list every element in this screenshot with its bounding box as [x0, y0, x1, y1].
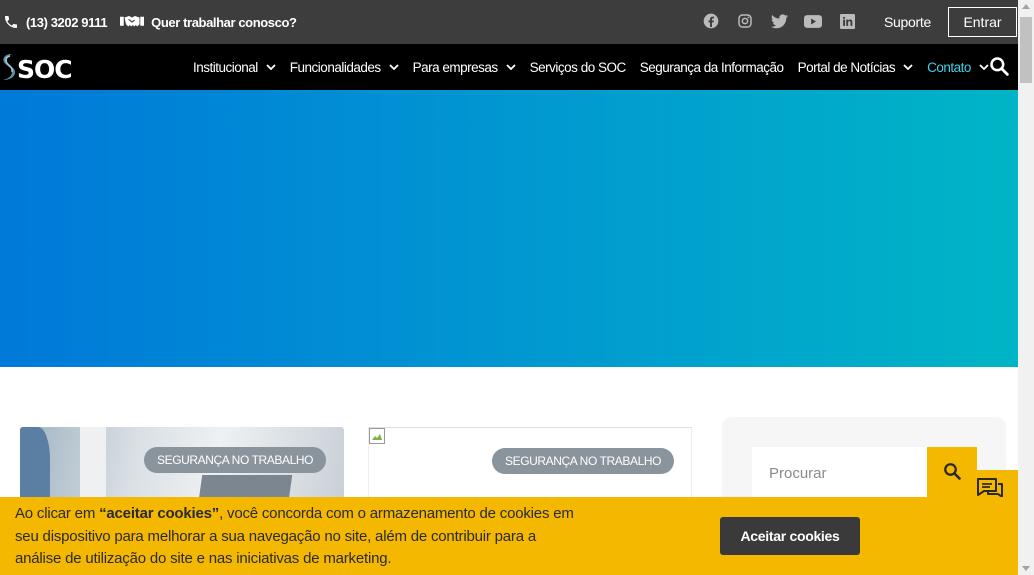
handshake-icon — [119, 13, 145, 31]
page-scrollbar[interactable] — [1018, 0, 1034, 575]
scroll-down-arrow-icon[interactable] — [1022, 566, 1030, 571]
category-badge[interactable]: SEGURANÇA NO TRABALHO — [492, 448, 675, 474]
phone-link[interactable]: (13) 3202 9111 — [2, 13, 108, 31]
nav-item-contato[interactable]: Contato — [927, 60, 989, 75]
work-with-us-link[interactable]: Quer trabalhar conosco? — [119, 13, 297, 31]
nav-item-funcionalidades[interactable]: Funcionalidades — [290, 60, 399, 75]
nav-item-label: Segurança da Informação — [639, 59, 784, 75]
work-with-us-label: Quer trabalhar conosco? — [151, 14, 297, 30]
cookie-message: Ao clicar em “aceitar cookies”, você con… — [15, 503, 575, 571]
scroll-up-arrow-icon[interactable] — [1022, 4, 1030, 9]
chevron-down-icon — [979, 64, 989, 70]
chevron-down-icon — [506, 64, 516, 70]
accept-cookies-button[interactable]: Aceitar cookies — [720, 517, 860, 555]
card-image-arm — [20, 427, 50, 507]
cookie-text-before: Ao clicar em — [15, 505, 100, 522]
category-badge[interactable]: SEGURANÇA NO TRABALHO — [144, 447, 327, 473]
nav-item-institucional[interactable]: Institucional — [193, 60, 276, 75]
instagram-icon[interactable] — [736, 12, 754, 30]
nav-item-portal-noticias[interactable]: Portal de Notícias — [798, 60, 914, 75]
nav-item-servicos[interactable]: Serviços do SOC — [529, 59, 627, 75]
cookie-text-bold: “aceitar cookies” — [99, 505, 220, 522]
nav-item-label: Institucional — [193, 59, 258, 75]
linkedin-icon[interactable] — [838, 12, 856, 30]
youtube-icon[interactable] — [804, 12, 822, 30]
hero-banner — [0, 90, 1018, 367]
article-card[interactable]: SEGURANÇA NO TRABALHO — [20, 427, 344, 507]
nav-item-label: Contato — [927, 59, 971, 75]
nav-menu: Institucional Funcionalidades Para empre… — [193, 44, 1003, 90]
nav-item-seguranca-informacao[interactable]: Segurança da Informação — [640, 60, 784, 75]
top-contact: (13) 3202 9111 Quer trabalhar conosco? — [2, 13, 309, 31]
support-link[interactable]: Suporte — [884, 14, 931, 30]
search-icon[interactable] — [989, 56, 1011, 78]
logo-text: SOC — [17, 55, 73, 84]
nav-item-label: Funcionalidades — [289, 59, 381, 75]
soc-logo[interactable]: SOC — [0, 53, 73, 86]
twitter-icon[interactable] — [770, 12, 788, 30]
scrollbar-thumb[interactable] — [1020, 17, 1032, 83]
logo-swoosh-icon — [0, 53, 16, 86]
cookie-banner: Ao clicar em “aceitar cookies”, você con… — [0, 497, 1018, 575]
phone-icon — [2, 13, 20, 31]
chevron-down-icon — [903, 64, 913, 70]
top-bar: (13) 3202 9111 Quer trabalhar conosco? S… — [0, 0, 1018, 44]
search-icon — [943, 462, 961, 485]
search-input[interactable] — [752, 447, 928, 499]
nav-item-label: Serviços do SOC — [529, 59, 627, 75]
article-card[interactable]: SEGURANÇA NO TRABALHO — [368, 427, 692, 507]
chevron-down-icon — [266, 64, 276, 70]
phone-number: (13) 3202 9111 — [26, 14, 108, 30]
card-image-column — [80, 427, 106, 507]
nav-item-label: Portal de Notícias — [797, 59, 896, 75]
social-links — [702, 12, 872, 30]
chevron-down-icon — [388, 64, 399, 70]
nav-item-label: Para empresas — [412, 59, 499, 75]
main-navigation: SOC Institucional Funcionalidades Para e… — [0, 44, 1018, 90]
login-button[interactable]: Entrar — [948, 7, 1017, 37]
nav-item-para-empresas[interactable]: Para empresas — [413, 60, 516, 75]
facebook-icon[interactable] — [702, 12, 720, 30]
broken-image-icon — [369, 428, 385, 444]
